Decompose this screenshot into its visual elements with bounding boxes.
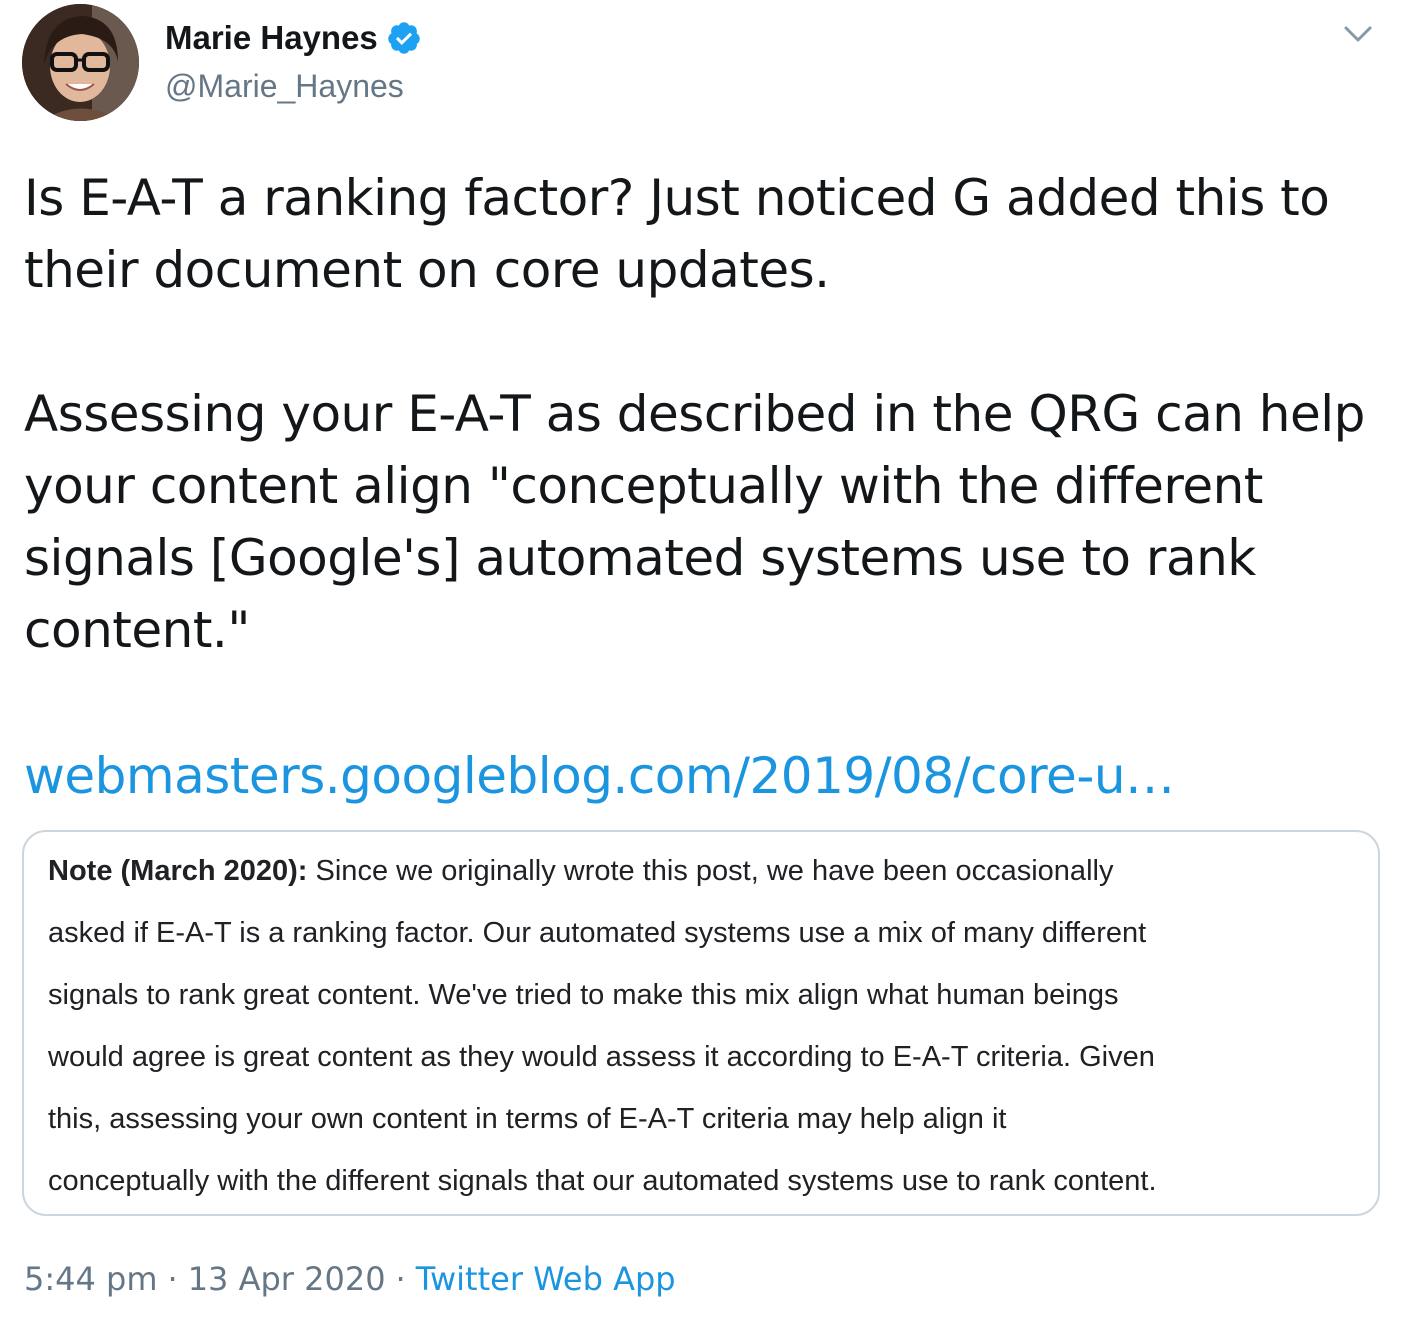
meta-separator: ·	[395, 1260, 406, 1298]
avatar[interactable]	[22, 4, 139, 121]
card-note-line: asked if E-A-T is a ranking factor. Our …	[48, 917, 1147, 949]
profile-photo-icon	[22, 4, 139, 121]
tweet-paragraph: Assessing your E-A-T as described in the…	[24, 385, 1365, 659]
meta-separator: ·	[167, 1260, 178, 1298]
tweet-source-link[interactable]: Twitter Web App	[416, 1254, 676, 1304]
verified-badge-icon	[386, 20, 422, 56]
card-note-line: this, assessing your own content in term…	[48, 1103, 1007, 1135]
card-note-line: would agree is great content as they wou…	[48, 1041, 1155, 1073]
tweet-meta: 5:44 pm · 13 Apr 2020 · Twitter Web App	[24, 1254, 676, 1304]
author-handle[interactable]: @Marie_Haynes	[165, 66, 404, 106]
card-note-line: Since we originally wrote this post, we …	[307, 855, 1114, 887]
card-note-text: Note (March 2020): Since we originally w…	[48, 840, 1358, 1212]
chevron-down-icon[interactable]	[1342, 18, 1374, 50]
author-name-row[interactable]: Marie Haynes	[165, 18, 422, 58]
tweet-text: Is E-A-T a ranking factor? Just noticed …	[24, 162, 1384, 666]
tweet-link[interactable]: webmasters.googleblog.com/2019/08/core-u…	[24, 740, 1175, 812]
card-note-line: conceptually with the different signals …	[48, 1165, 1157, 1197]
card-note-line: signals to rank great content. We've tri…	[48, 979, 1119, 1011]
author-display-name[interactable]: Marie Haynes	[165, 18, 378, 58]
tweet-time[interactable]: 5:44 pm	[24, 1254, 158, 1304]
tweet-date[interactable]: 13 Apr 2020	[188, 1254, 386, 1304]
link-card-image[interactable]: Note (March 2020): Since we originally w…	[22, 830, 1380, 1216]
tweet-paragraph: Is E-A-T a ranking factor? Just noticed …	[24, 169, 1330, 299]
card-note-label: Note (March 2020):	[48, 855, 308, 887]
